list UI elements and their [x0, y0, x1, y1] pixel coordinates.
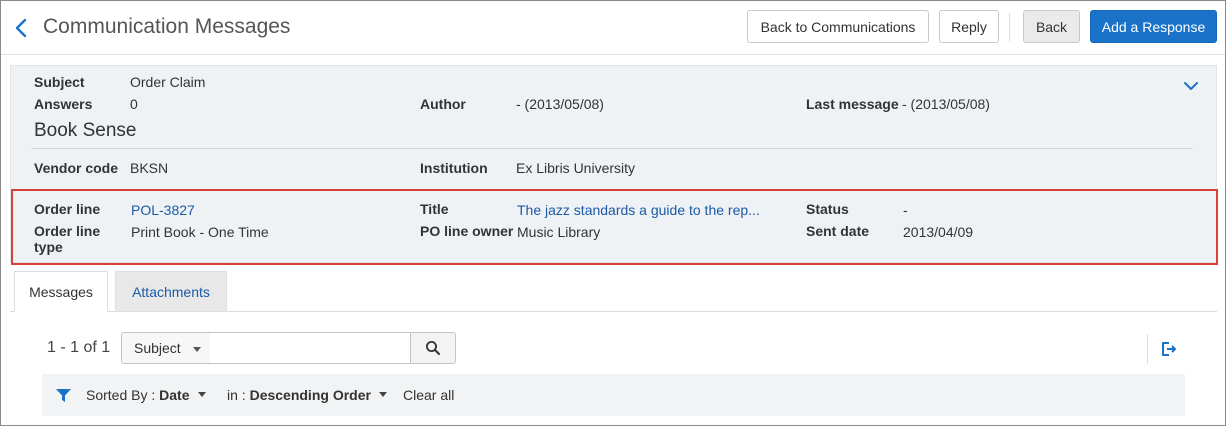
sort-order-value: Descending Order [249, 387, 371, 403]
institution-value: Ex Libris University [516, 160, 636, 176]
order-line-type-label-1: Order line [34, 223, 101, 239]
page-frame: Communication Messages Back to Communica… [0, 0, 1226, 426]
caret-down-icon [378, 392, 387, 397]
reply-button[interactable]: Reply [939, 10, 999, 43]
answers-label: Answers [34, 96, 93, 112]
add-response-button[interactable]: Add a Response [1090, 10, 1217, 43]
filter-icon[interactable] [56, 389, 71, 402]
communication-summary: Subject Order Claim Answers 0 Author - (… [10, 65, 1218, 265]
last-message-label: Last message [806, 96, 899, 112]
status-value: - [903, 202, 908, 218]
search-field-label: Subject [134, 340, 181, 356]
caret-down-icon [197, 392, 206, 397]
vendor-code-label: Vendor code [34, 160, 119, 176]
chevron-left-icon[interactable] [13, 17, 31, 39]
sent-date-label: Sent date [806, 223, 870, 239]
sort-by-dropdown[interactable]: Sorted By : Date [86, 387, 206, 403]
results-count: 1 - 1 of 1 [47, 339, 111, 356]
title-link[interactable]: The jazz standards a guide to the rep... [517, 202, 760, 218]
answers-value: 0 [130, 96, 138, 112]
order-line-type-label-2: type [34, 239, 63, 255]
clear-all-link[interactable]: Clear all [403, 387, 454, 403]
sort-order-label: in : [227, 387, 246, 403]
search-input[interactable] [210, 332, 412, 364]
search-button[interactable] [410, 332, 456, 364]
author-value: - (2013/05/08) [516, 96, 604, 112]
order-line-type-value: Print Book - One Time [131, 224, 269, 240]
export-divider [1147, 334, 1148, 364]
author-label: Author [420, 96, 466, 112]
card-divider [31, 148, 1193, 149]
subject-label: Subject [34, 74, 85, 90]
chevron-down-icon[interactable] [1183, 80, 1199, 92]
sort-by-value: Date [159, 387, 190, 403]
po-line-owner-value: Music Library [517, 224, 601, 240]
tab-attachments[interactable]: Attachments [115, 271, 227, 312]
page-title: Communication Messages [43, 15, 291, 38]
order-line-link[interactable]: POL-3827 [131, 202, 195, 218]
po-line-owner-label: PO line owner [420, 223, 514, 239]
sort-order-dropdown[interactable]: in : Descending Order [227, 387, 387, 403]
vendor-code-value: BKSN [130, 160, 169, 176]
back-to-communications-button[interactable]: Back to Communications [747, 10, 929, 43]
last-message-value: - (2013/05/08) [902, 96, 990, 112]
order-line-section: Order line POL-3827 Order line type Prin… [11, 189, 1218, 265]
sent-date-value: 2013/04/09 [903, 224, 974, 240]
caret-down-icon [193, 347, 201, 352]
search-field-select[interactable]: Subject [121, 332, 211, 364]
tab-messages[interactable]: Messages [14, 271, 108, 312]
page-header: Communication Messages Back to Communica… [1, 1, 1225, 55]
vendor-name: Book Sense [34, 120, 137, 141]
status-label: Status [806, 201, 849, 217]
export-icon[interactable] [1160, 341, 1178, 357]
subject-value: Order Claim [130, 74, 206, 90]
back-button[interactable]: Back [1023, 10, 1080, 43]
sort-by-label: Sorted By : [86, 387, 156, 403]
institution-label: Institution [420, 160, 488, 176]
search-icon [426, 341, 440, 355]
order-line-label: Order line [34, 201, 101, 217]
header-divider [1009, 13, 1010, 41]
sort-bar: Sorted By : Date in : Descending Order C… [42, 374, 1185, 416]
title-label: Title [420, 201, 449, 217]
